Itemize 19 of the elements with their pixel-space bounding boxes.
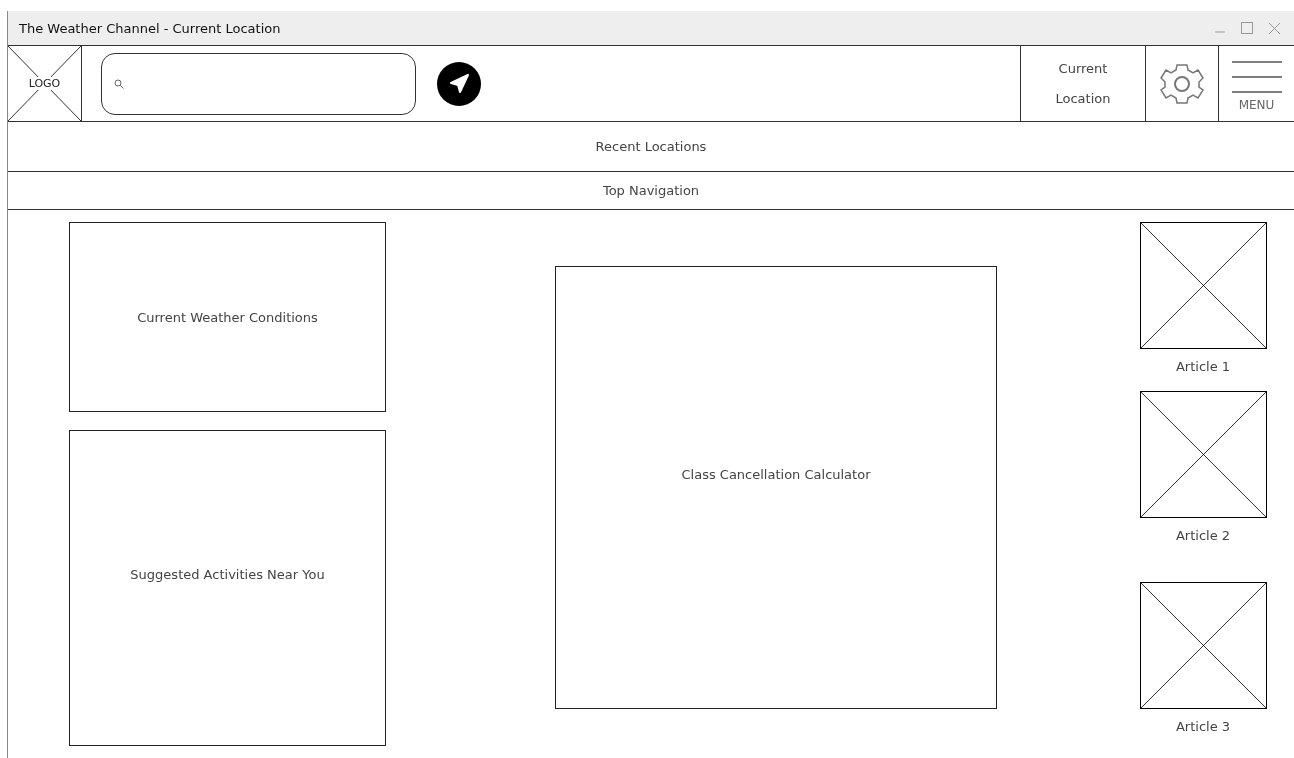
current-location-link[interactable]: Current Location bbox=[1020, 46, 1146, 121]
article-link[interactable]: Article 2 bbox=[1175, 528, 1231, 543]
article-link[interactable]: Article 1 bbox=[1175, 359, 1231, 374]
hamburger-icon bbox=[1231, 59, 1282, 94]
image-placeholder[interactable] bbox=[1139, 582, 1267, 709]
nav-bar[interactable]: Top Navigation bbox=[8, 172, 1294, 210]
image-placeholder[interactable] bbox=[1139, 222, 1267, 349]
logo-placeholder[interactable]: LOGO bbox=[8, 46, 82, 121]
search-icon bbox=[114, 78, 124, 89]
window-title: The Weather Channel - Current Location bbox=[19, 20, 282, 36]
image-placeholder[interactable] bbox=[1139, 391, 1267, 518]
search-field[interactable] bbox=[101, 52, 416, 115]
panel-label: Class Cancellation Calculator bbox=[681, 467, 871, 482]
panel-label: Current Weather Conditions bbox=[137, 309, 318, 325]
nav-bar[interactable]: Recent Locations bbox=[8, 122, 1294, 172]
panel-label: Suggested Activities Near You bbox=[130, 567, 325, 582]
location-arrow-button[interactable] bbox=[437, 61, 481, 106]
menu-button[interactable]: MENU bbox=[1219, 46, 1294, 121]
article-link[interactable]: Article 3 bbox=[1175, 719, 1231, 734]
